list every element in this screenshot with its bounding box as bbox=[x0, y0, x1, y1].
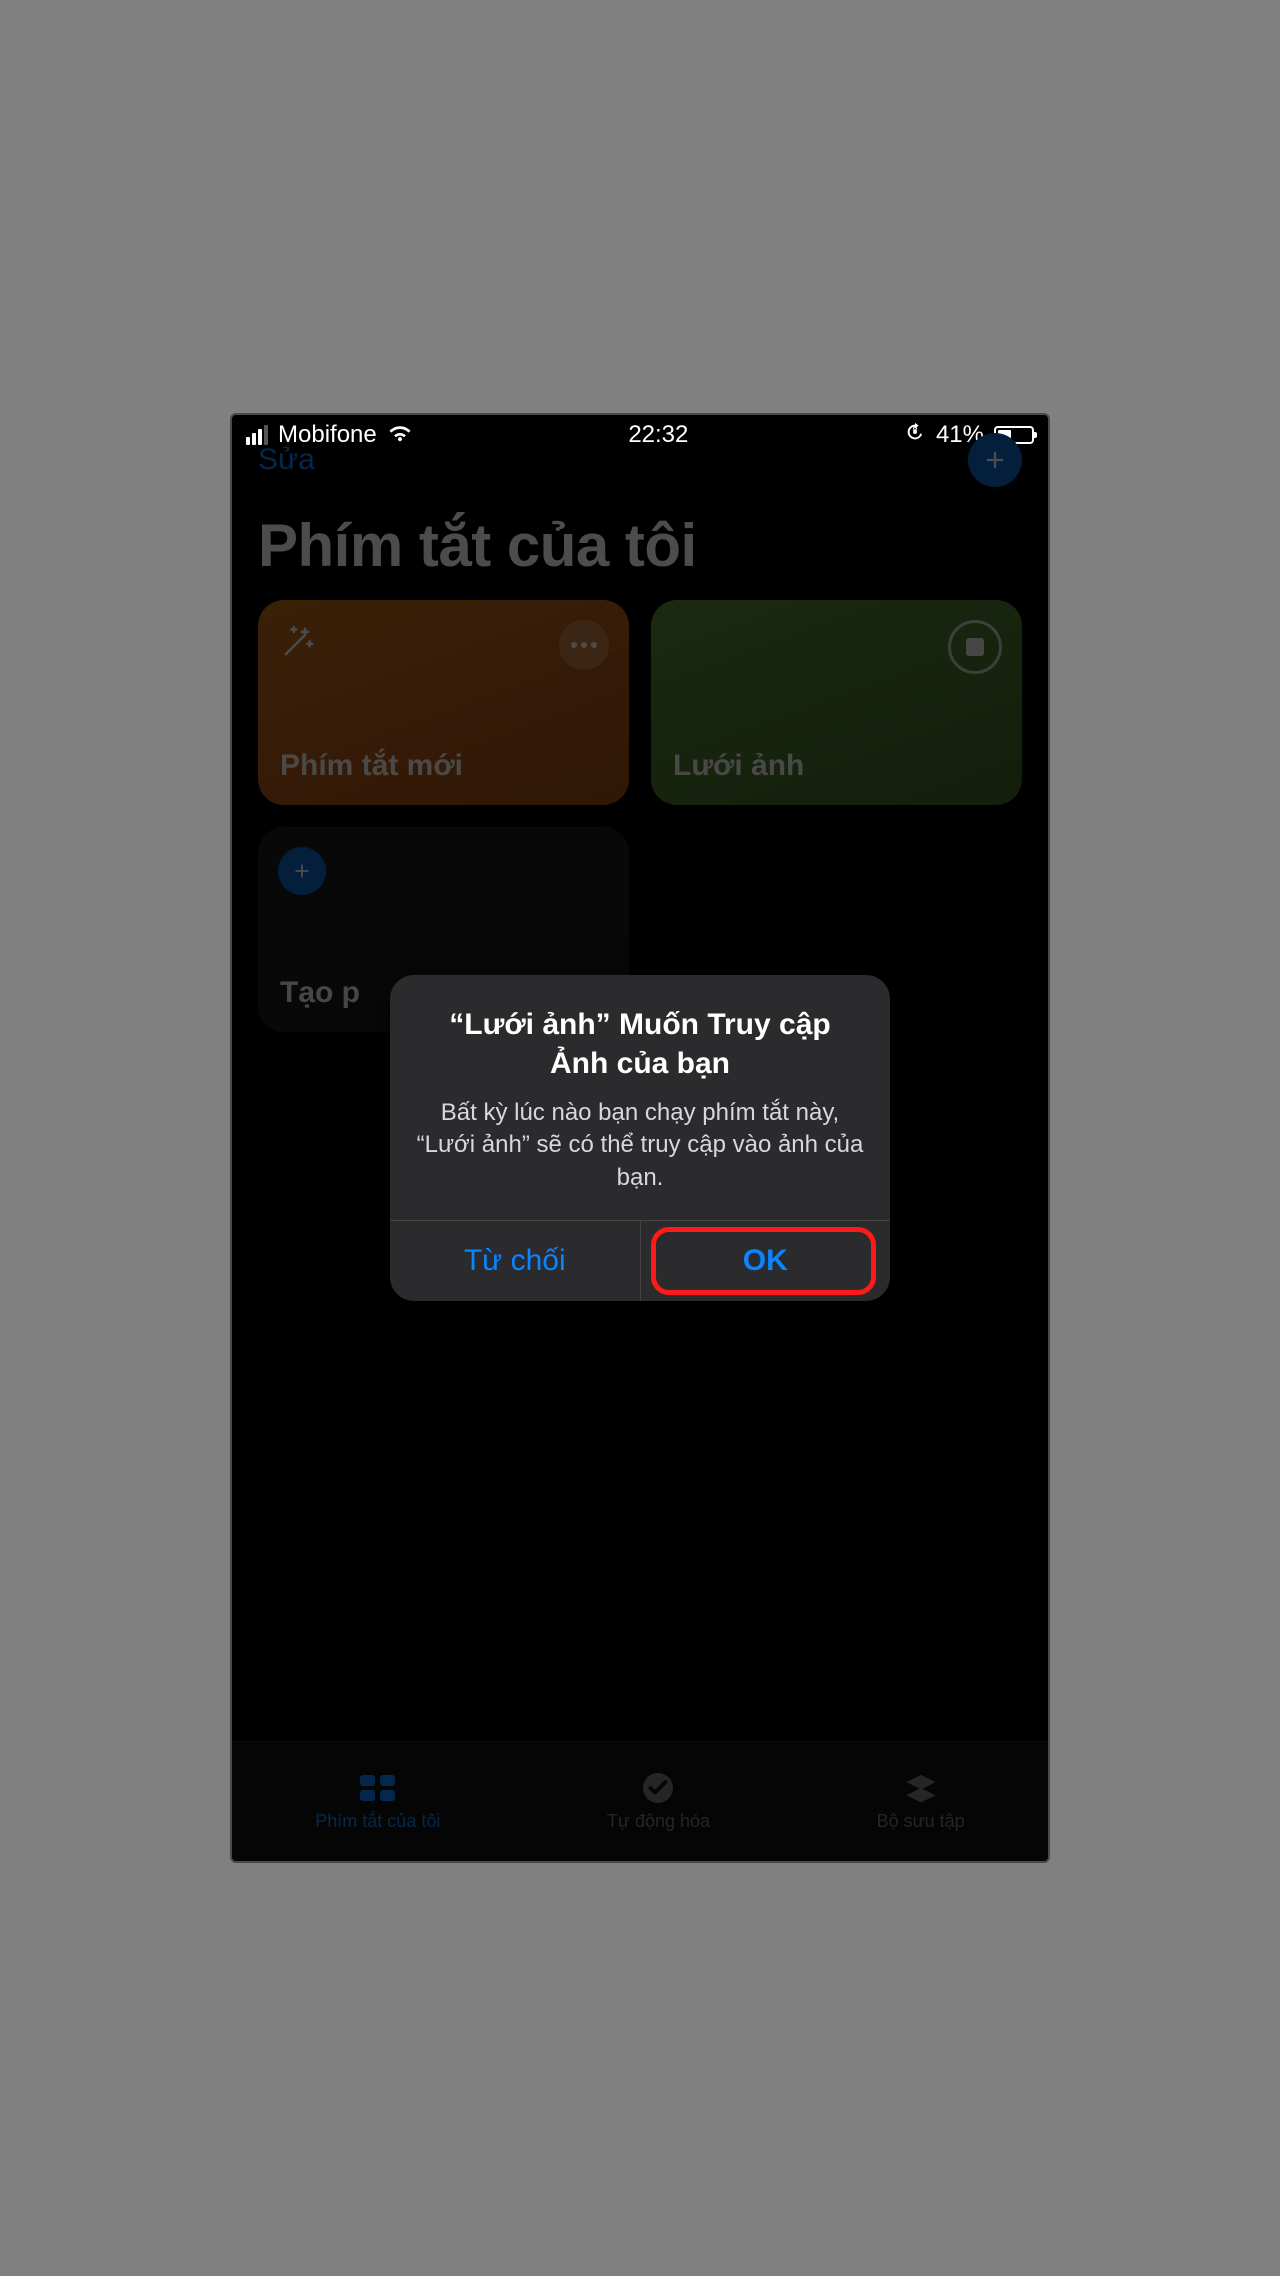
ok-label: OK bbox=[743, 1244, 788, 1278]
modal-overlay: “Lưới ảnh” Muốn Truy cập Ảnh của bạn Bất… bbox=[232, 415, 1048, 1861]
alert-button-row: Từ chối OK bbox=[390, 1220, 890, 1301]
alert-title: “Lưới ảnh” Muốn Truy cập Ảnh của bạn bbox=[416, 1005, 864, 1083]
alert-body: Bất kỳ lúc nào bạn chạy phím tắt này, “L… bbox=[416, 1097, 864, 1194]
ok-button[interactable]: OK bbox=[640, 1221, 891, 1301]
deny-button[interactable]: Từ chối bbox=[390, 1221, 640, 1301]
deny-label: Từ chối bbox=[464, 1244, 566, 1278]
device-frame: Mobifone 22:32 41% Sửa Phím tắt c bbox=[230, 413, 1050, 1863]
permission-alert: “Lưới ảnh” Muốn Truy cập Ảnh của bạn Bất… bbox=[390, 975, 890, 1301]
